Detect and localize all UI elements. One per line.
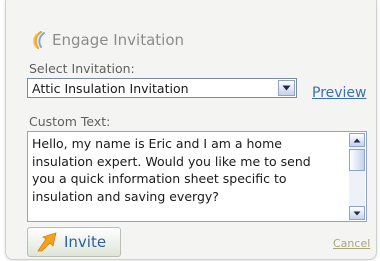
custom-text-line: insulation expert. Would you like me to …: [32, 153, 311, 169]
send-arrow-icon: [37, 232, 57, 252]
scroll-up-icon[interactable]: [349, 133, 365, 147]
custom-text-area[interactable]: Hello, my name is Eric and I am a home i…: [27, 131, 367, 222]
dropdown-arrow-icon[interactable]: [278, 80, 295, 96]
custom-text-line: you a quick information sheet specific t…: [32, 171, 287, 186]
scroll-thumb[interactable]: [349, 149, 365, 171]
cancel-link[interactable]: Cancel: [333, 237, 370, 250]
engage-swoosh-icon: [33, 30, 45, 50]
invitation-select[interactable]: Attic Insulation Invitation: [27, 78, 297, 98]
select-invitation-label: Select Invitation:: [29, 61, 135, 76]
invite-button-label: Invite: [64, 233, 107, 251]
preview-link[interactable]: Preview: [312, 85, 367, 101]
invitation-select-value: Attic Insulation Invitation: [32, 81, 189, 96]
panel-title: Engage Invitation: [52, 31, 184, 49]
invite-button[interactable]: Invite: [27, 227, 121, 257]
custom-text-line: Hello, my name is Eric and I am a home: [32, 136, 282, 151]
custom-text-scrollbar[interactable]: [349, 133, 365, 220]
custom-text-content: Hello, my name is Eric and I am a home i…: [32, 135, 348, 205]
scroll-down-icon[interactable]: [349, 206, 365, 220]
custom-text-label: Custom Text:: [29, 114, 111, 129]
panel-header: Engage Invitation: [29, 30, 184, 50]
custom-text-line: insulation and saving evergy?: [32, 188, 219, 204]
